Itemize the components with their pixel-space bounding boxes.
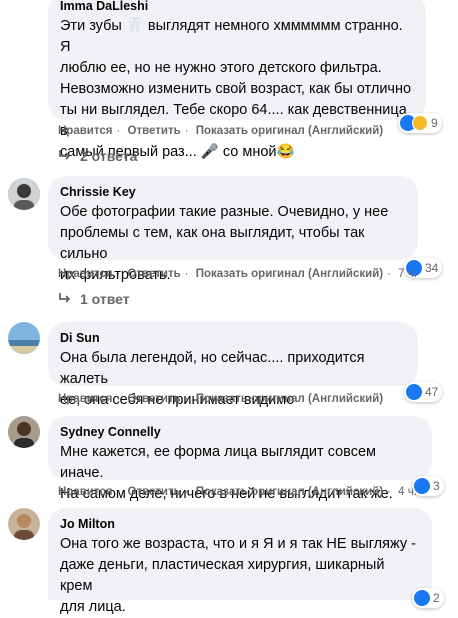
comment-line: для лица. (60, 599, 126, 615)
comment-line: даже деньги, пластическая хирургия, шика… (60, 557, 385, 594)
comment-author[interactable]: Chrissie Key (60, 184, 406, 200)
comment-bubble: Di Sun Она была легендой, но сейчас.... … (48, 322, 418, 408)
reaction-count[interactable]: 47 (404, 382, 443, 402)
reply-button[interactable]: Ответить (128, 268, 181, 280)
reaction-count[interactable]: 2 (412, 588, 444, 608)
comment-bubble: Chrissie Key Обе фотографии такие разные… (48, 176, 418, 283)
view-replies[interactable]: 2 ответа (58, 148, 137, 164)
timestamp[interactable]: 7 ч. (398, 268, 417, 280)
comment-actions: Нравится · Ответить · Показать оригинал (А… (58, 125, 384, 137)
avatar[interactable] (8, 178, 40, 210)
reply-button[interactable]: Ответить (128, 125, 181, 137)
comment-line: люблю ее, но не нужно этого детского фил… (60, 60, 382, 76)
show-original-button[interactable]: Показать оригинал (Английский) (196, 393, 383, 405)
avatar[interactable] (8, 416, 40, 448)
comment-line: проблемы с тем, как она выглядит, чтобы … (60, 225, 365, 262)
comment-author[interactable]: Jo Milton (60, 516, 420, 532)
like-button[interactable]: Нравится (58, 125, 112, 137)
comment-line: Невозможно изменить свой возраст, как бы… (60, 81, 412, 97)
comment-line: Мне кажется, ее форма лица выглядит совс… (60, 444, 376, 481)
timestamp[interactable]: 4 ч. (398, 486, 417, 498)
reply-button[interactable]: Ответить (128, 393, 181, 405)
reaction-number: 3 (433, 479, 440, 493)
reaction-number: 47 (425, 385, 439, 399)
comment-line: Она того же возраста, что и я Я и я так … (60, 536, 416, 552)
comment-bubble: Imma DaLleshi Эти зубы 🦷 выглядят немног… (48, 0, 426, 160)
show-original-button[interactable]: Показать оригинал (Английский) (196, 268, 383, 280)
reaction-number: 34 (425, 261, 439, 275)
reply-button[interactable]: Ответить (128, 486, 181, 498)
comment-text: Эти зубы 🦷 выглядят немного хмммммм стра… (60, 16, 414, 163)
reaction-count[interactable]: 9 (398, 113, 442, 133)
show-original-button[interactable]: Показать оригинал (Английский) (196, 125, 383, 137)
comment-line: Эти зубы 🦷 выглядят немного хмммммм стра… (60, 18, 403, 55)
comment-bubble: Jo Milton Она того же возраста, что и я … (48, 508, 432, 615)
reaction-number: 9 (431, 116, 438, 130)
like-button[interactable]: Нравится (58, 268, 112, 280)
replies-label: 2 ответа (80, 148, 138, 164)
like-icon (414, 590, 430, 606)
comment-author[interactable]: Sydney Connelly (60, 424, 420, 440)
comment-author[interactable]: Di Sun (60, 330, 406, 346)
avatar[interactable] (8, 508, 40, 540)
reaction-number: 2 (433, 591, 440, 605)
comment-line: Обе фотографии такие разные. Очевидно, у… (60, 204, 389, 220)
comment-line: Она была легендой, но сейчас.... приходи… (60, 350, 365, 387)
comment-author[interactable]: Imma DaLleshi (60, 0, 414, 14)
comment-actions: Нравится · Ответить · Показать оригинал (А… (58, 393, 384, 405)
comment-actions: Нравится · Ответить · Показать оригинал (А… (58, 486, 417, 498)
like-button[interactable]: Нравится (58, 486, 112, 498)
show-original-button[interactable]: Показать оригинал (Английский) (196, 486, 383, 498)
replies-label: 1 ответ (80, 291, 130, 307)
haha-icon (412, 115, 428, 131)
like-icon (406, 384, 422, 400)
reply-arrow-icon (59, 150, 71, 160)
avatar[interactable] (8, 322, 40, 354)
comment-bubble: Sydney Connelly Мне кажется, ее форма ли… (48, 416, 432, 502)
comment-text: Она того же возраста, что и я Я и я так … (60, 534, 420, 618)
reply-arrow-icon (59, 293, 71, 303)
comment-actions: Нравится · Ответить · Показать оригинал (А… (58, 268, 417, 280)
like-button[interactable]: Нравится (58, 393, 112, 405)
view-replies[interactable]: 1 ответ (58, 291, 130, 307)
